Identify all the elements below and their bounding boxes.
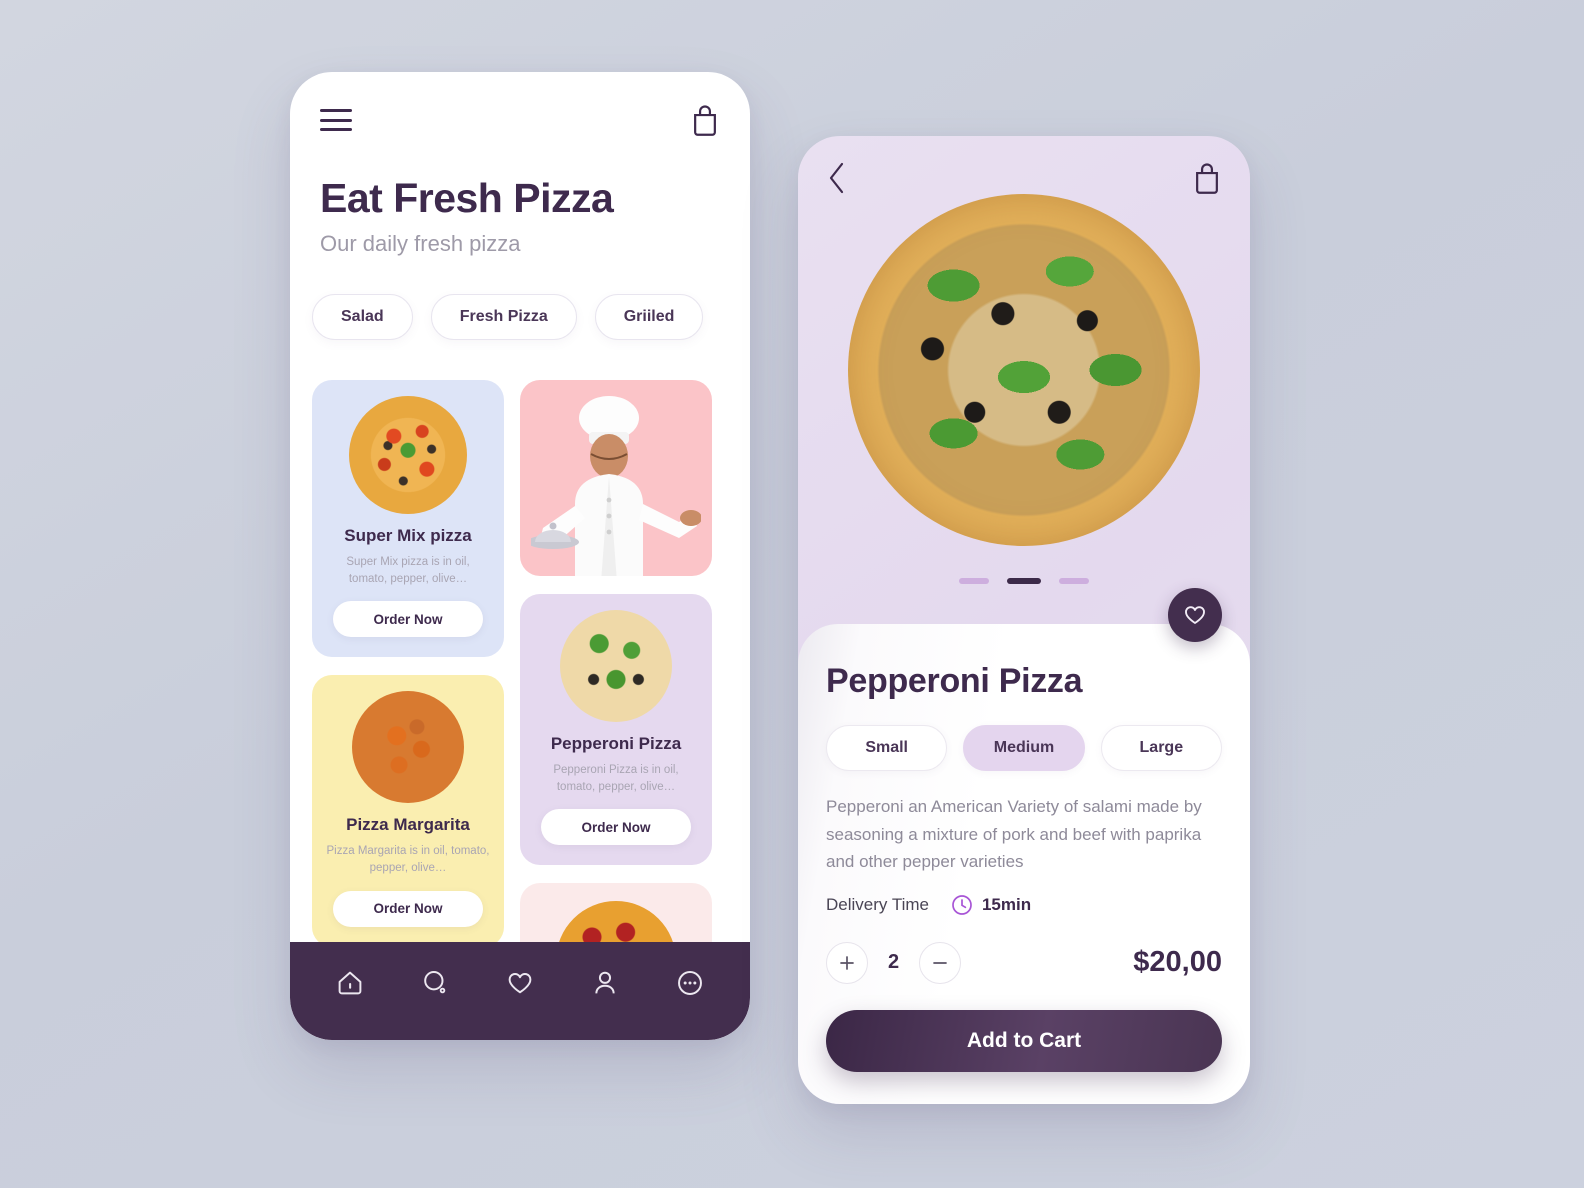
- category-chip-fresh-pizza[interactable]: Fresh Pizza: [430, 294, 577, 340]
- product-title: Super Mix pizza: [344, 526, 472, 545]
- carousel-dot[interactable]: [959, 578, 989, 584]
- carousel-dot-active[interactable]: [1007, 578, 1041, 584]
- list-heading: Eat Fresh Pizza Our daily fresh pizza: [320, 175, 720, 257]
- delivery-time-label: Delivery Time: [826, 894, 929, 914]
- product-image-wrap: [534, 610, 698, 722]
- carousel-indicator: [798, 578, 1250, 584]
- product-card-margarita[interactable]: Pizza Margarita Pizza Margarita is in oi…: [312, 675, 504, 947]
- list-topbar: [290, 72, 750, 168]
- quantity-value: 2: [888, 951, 900, 974]
- page-subtitle: Our daily fresh pizza: [320, 231, 521, 257]
- product-description: Pepperoni an American Variety of salami …: [826, 797, 1202, 872]
- page-title: Eat Fresh Pizza: [320, 175, 614, 221]
- bottom-navigation: [290, 942, 750, 1040]
- pepperoni-pizza-with-basil-photo: [848, 194, 1200, 546]
- delivery-info: Delivery Time 15min: [826, 894, 1222, 916]
- order-now-button[interactable]: Order Now: [541, 809, 691, 846]
- home-icon[interactable]: [335, 968, 365, 998]
- plus-icon: [840, 955, 854, 970]
- size-option-large[interactable]: Large: [1100, 725, 1222, 771]
- more-dots-icon[interactable]: [675, 968, 705, 998]
- super-mix-pizza-photo: [349, 396, 467, 514]
- heart-icon[interactable]: [505, 968, 535, 998]
- chef-with-tray-photo: [531, 396, 701, 576]
- product-grid: Super Mix pizza Super Mix pizza is in oi…: [312, 380, 750, 1040]
- quantity-row: 2 $20,00: [826, 941, 1222, 984]
- pepperoni-pizza-photo: [560, 610, 672, 722]
- hamburger-line: [320, 118, 352, 122]
- product-card-pepperoni[interactable]: Pepperoni Pizza Pepperoni Pizza is in oi…: [520, 594, 712, 866]
- size-option-small[interactable]: Small: [826, 725, 948, 771]
- phone-list-screen: Eat Fresh Pizza Our daily fresh pizza Sa…: [290, 72, 750, 1040]
- product-description: Pizza Margarita is in oil, tomato, peppe…: [326, 845, 490, 875]
- product-image-wrap: [326, 396, 490, 514]
- decrease-quantity-button[interactable]: [919, 941, 962, 984]
- phone-detail-screen: Pepperoni Pizza Small Medium Large Peppe…: [798, 136, 1250, 1104]
- category-chip-salad[interactable]: Salad: [312, 294, 413, 340]
- margarita-pizza-photo: [352, 691, 464, 804]
- product-description: Super Mix pizza is in oil, tomato, peppe…: [346, 556, 470, 585]
- order-now-button[interactable]: Order Now: [333, 890, 483, 927]
- grid-column-right: Pepperoni Pizza Pepperoni Pizza is in oi…: [520, 380, 712, 1040]
- delivery-time-value-wrap: 15min: [951, 894, 1031, 916]
- increase-quantity-button[interactable]: [826, 941, 868, 984]
- delivery-time-value: 15min: [981, 894, 1032, 914]
- clock-icon: [952, 894, 972, 915]
- heart-icon: [1185, 606, 1205, 624]
- hamburger-line: [320, 128, 352, 131]
- category-chip-griiled[interactable]: Griiled: [594, 294, 704, 340]
- carousel-dot[interactable]: [1059, 578, 1089, 584]
- shopping-bag-icon[interactable]: [1192, 162, 1222, 194]
- detail-sheet: Pepperoni Pizza Small Medium Large Peppe…: [798, 624, 1250, 1104]
- product-detail-title: Pepperoni Pizza: [826, 662, 1083, 700]
- shopping-bag-icon[interactable]: [690, 104, 720, 136]
- search-icon[interactable]: [420, 968, 450, 998]
- hamburger-icon[interactable]: [320, 109, 352, 131]
- mockup-stage: Eat Fresh Pizza Our daily fresh pizza Sa…: [0, 0, 1584, 1188]
- size-option-medium[interactable]: Medium: [963, 725, 1085, 771]
- add-to-cart-button[interactable]: Add to Cart: [826, 1009, 1222, 1072]
- product-price: $20,00: [1133, 946, 1222, 979]
- chef-promo-card[interactable]: [520, 380, 712, 576]
- category-chips: Salad Fresh Pizza Griiled: [312, 294, 704, 340]
- chevron-left-icon[interactable]: [826, 161, 848, 195]
- favorite-button[interactable]: [1168, 588, 1222, 642]
- order-now-button[interactable]: Order Now: [333, 601, 483, 638]
- product-image-wrap: [326, 691, 490, 804]
- hero-image-wrap: [848, 194, 1200, 546]
- profile-icon[interactable]: [590, 968, 620, 998]
- hamburger-line: [320, 109, 352, 112]
- minus-icon: [933, 961, 947, 964]
- product-title: Pizza Margarita: [346, 815, 470, 835]
- size-selector: Small Medium Large: [826, 725, 1222, 771]
- product-card-super-mix[interactable]: Super Mix pizza Super Mix pizza is in oi…: [312, 380, 504, 658]
- product-title: Pepperoni Pizza: [550, 734, 682, 753]
- product-description: Pepperoni Pizza is in oil, tomato, peppe…: [553, 764, 679, 793]
- grid-column-left: Super Mix pizza Super Mix pizza is in oi…: [312, 380, 504, 1040]
